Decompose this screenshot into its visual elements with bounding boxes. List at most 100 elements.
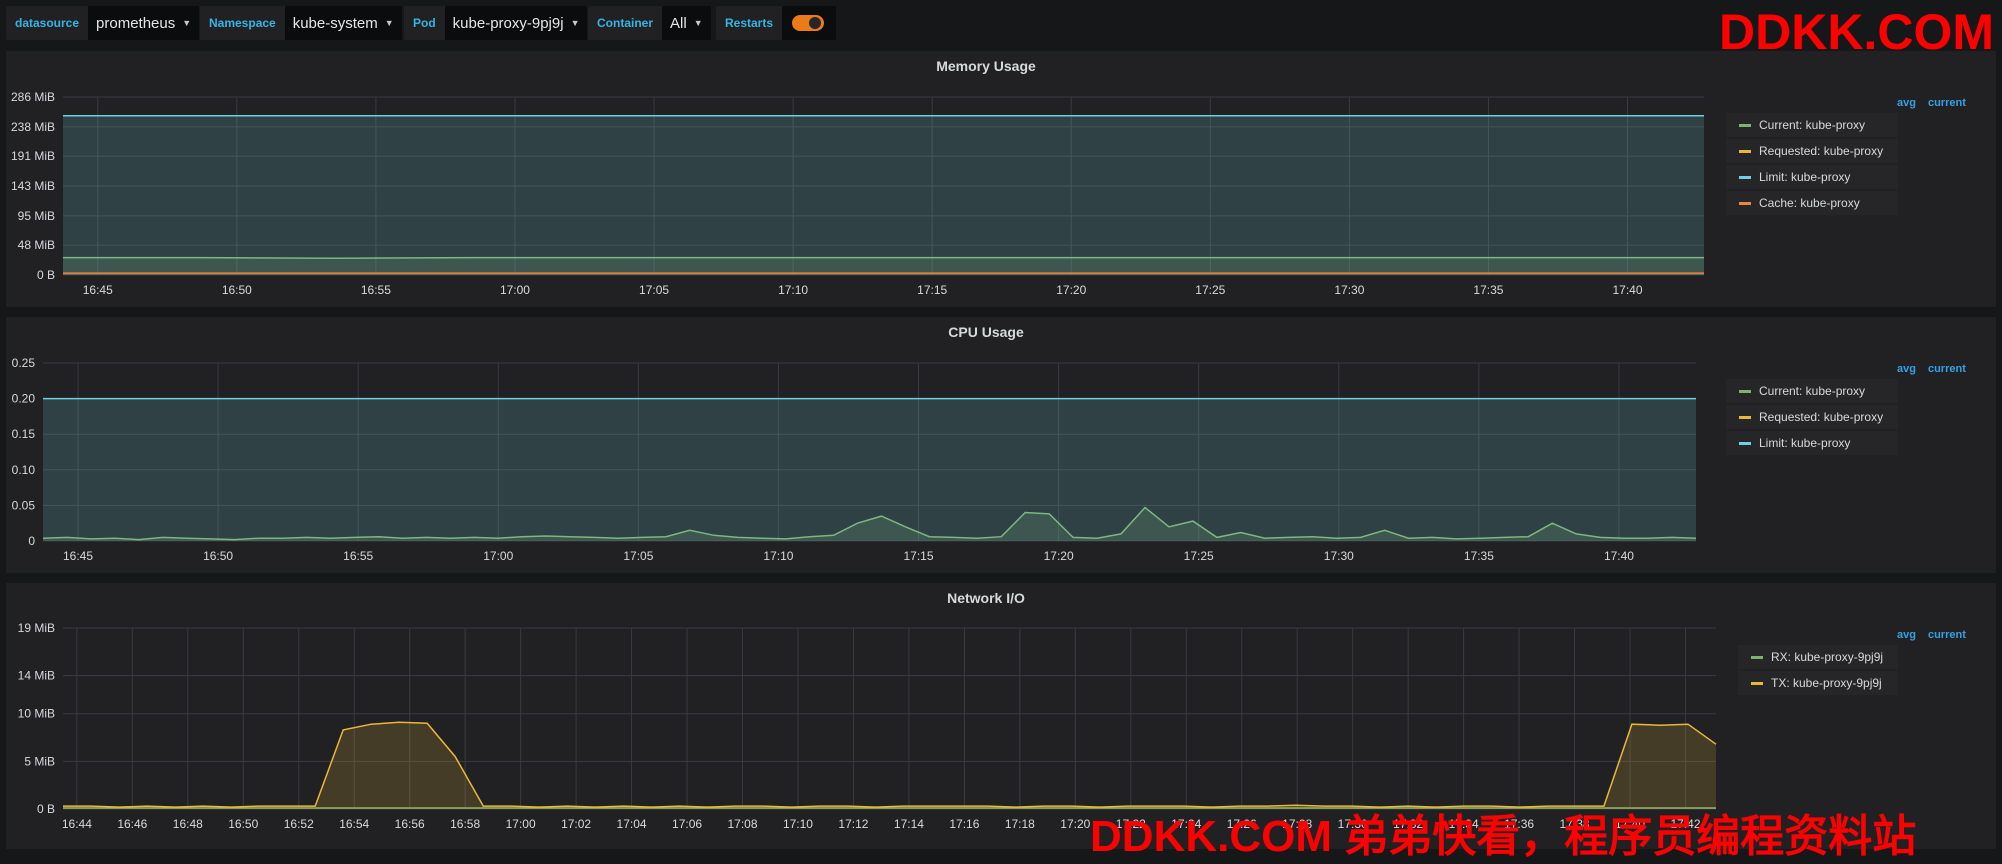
x-tick-label: 16:52	[284, 817, 314, 831]
series-area	[63, 115, 1704, 275]
legend-avg-header[interactable]: avg	[1897, 363, 1916, 375]
container-value: All	[670, 14, 687, 32]
namespace-select[interactable]: kube-system ▼	[284, 6, 402, 40]
x-tick-label: 16:56	[395, 817, 425, 831]
x-tick-label: 17:40	[1604, 549, 1634, 563]
y-tick-label: 5 MiB	[24, 754, 55, 768]
x-tick-label: 17:15	[904, 549, 934, 563]
y-tick-label: 238 MiB	[11, 120, 55, 134]
y-tick-label: 0.10	[12, 463, 36, 477]
x-tick-label: 16:55	[343, 549, 373, 563]
series-area	[43, 398, 1696, 541]
x-tick-label: 16:44	[62, 817, 92, 831]
legend-item-current[interactable]: Current: kube-proxy	[1726, 113, 1898, 137]
y-tick-label: 14 MiB	[18, 669, 55, 683]
y-tick-label: 0 B	[37, 802, 55, 816]
y-tick-label: 143 MiB	[11, 179, 55, 193]
legend-item-cache[interactable]: Cache: kube-proxy	[1726, 191, 1898, 215]
y-tick-label: 0 B	[37, 268, 55, 282]
x-tick-label: 16:46	[117, 817, 147, 831]
toggle-knob	[809, 17, 822, 29]
y-tick-label: 19 MiB	[18, 621, 55, 635]
pod-variable[interactable]: Pod kube-proxy-9pj9j ▼	[404, 6, 588, 40]
x-tick-label: 17:06	[672, 817, 702, 831]
pod-label: Pod	[404, 6, 445, 40]
series-area	[63, 722, 1716, 809]
x-tick-label: 17:08	[727, 817, 757, 831]
x-tick-label: 16:55	[361, 283, 391, 297]
legend-label: Current: kube-proxy	[1759, 384, 1866, 398]
legend-avg-header[interactable]: avg	[1897, 629, 1916, 641]
x-tick-label: 17:16	[949, 817, 979, 831]
x-tick-label: 16:54	[339, 817, 369, 831]
series-line	[63, 721, 1717, 808]
x-tick-label: 17:20	[1056, 283, 1086, 297]
x-tick-label: 17:18	[1005, 817, 1035, 831]
legend-swatch	[1739, 175, 1751, 179]
x-tick-label: 17:05	[639, 283, 669, 297]
pod-select[interactable]: kube-proxy-9pj9j ▼	[444, 6, 588, 40]
x-tick-label: 17:00	[506, 817, 536, 831]
restarts-variable[interactable]: Restarts	[716, 6, 837, 40]
x-tick-label: 17:12	[838, 817, 868, 831]
container-label: Container	[588, 6, 663, 40]
legend-item-rx[interactable]: RX: kube-proxy-9pj9j	[1738, 645, 1898, 669]
container-select[interactable]: All ▼	[662, 6, 711, 40]
x-tick-label: 17:20	[1044, 549, 1074, 563]
caret-down-icon: ▼	[570, 18, 580, 28]
caret-down-icon: ▼	[384, 18, 394, 28]
y-tick-label: 0.15	[12, 427, 36, 441]
x-tick-label: 16:45	[63, 549, 93, 563]
x-tick-label: 17:35	[1473, 283, 1503, 297]
namespace-variable[interactable]: Namespace kube-system ▼	[200, 6, 402, 40]
legend-avg-header[interactable]: avg	[1897, 97, 1916, 109]
restarts-toggle[interactable]	[792, 15, 825, 31]
y-tick-label: 0.25	[12, 356, 36, 370]
memory-usage-panel: Memory Usage 0 B 48 MiB 95 MiB 143 MiB 191 M…	[6, 51, 1996, 307]
legend-item-requested[interactable]: Requested: kube-proxy	[1726, 139, 1898, 163]
x-tick-label: 17:05	[623, 549, 653, 563]
datasource-variable[interactable]: datasource prometheus ▼	[6, 6, 200, 40]
legend-current-header[interactable]: current	[1928, 97, 1966, 109]
legend-item-requested[interactable]: Requested: kube-proxy	[1726, 405, 1898, 429]
legend-columns: avg current	[1897, 629, 1978, 641]
y-tick-label: 0.05	[12, 498, 36, 512]
legend-label: RX: kube-proxy-9pj9j	[1771, 650, 1884, 664]
legend-swatch	[1739, 415, 1751, 419]
x-tick-label: 16:50	[222, 283, 252, 297]
datasource-select[interactable]: prometheus ▼	[88, 6, 200, 40]
x-tick-label: 16:48	[173, 817, 203, 831]
legend-item-tx[interactable]: TX: kube-proxy-9pj9j	[1738, 671, 1898, 695]
legend-swatch	[1739, 149, 1751, 153]
restarts-toggle-wrap[interactable]	[782, 6, 837, 40]
legend-label: Requested: kube-proxy	[1759, 410, 1884, 424]
legend-swatch	[1739, 201, 1751, 205]
y-tick-label: 95 MiB	[18, 209, 55, 223]
legend-current-header[interactable]: current	[1928, 629, 1966, 641]
namespace-label: Namespace	[200, 6, 285, 40]
cpu-usage-chart[interactable]: 0 0.05 0.10 0.15 0.20 0.25 16:45 16:50 16:55 17:0…	[6, 317, 1996, 573]
x-tick-label: 17:25	[1195, 283, 1225, 297]
legend-item-limit[interactable]: Limit: kube-proxy	[1726, 431, 1898, 455]
caret-down-icon: ▼	[182, 18, 192, 28]
legend-item-limit[interactable]: Limit: kube-proxy	[1726, 165, 1898, 189]
x-tick-label: 17:15	[917, 283, 947, 297]
x-tick-label: 16:45	[83, 283, 113, 297]
legend-item-current[interactable]: Current: kube-proxy	[1726, 379, 1898, 403]
container-variable[interactable]: Container All ▼	[588, 6, 711, 40]
legend-label: TX: kube-proxy-9pj9j	[1771, 676, 1882, 690]
legend-current-header[interactable]: current	[1928, 363, 1966, 375]
memory-usage-chart[interactable]: 0 B 48 MiB 95 MiB 143 MiB 191 MiB 238 MiB 286 …	[6, 51, 1996, 307]
y-tick-label: 286 MiB	[11, 90, 55, 104]
x-tick-label: 17:00	[500, 283, 530, 297]
x-tick-label: 17:02	[561, 817, 591, 831]
x-tick-label: 17:10	[763, 549, 793, 563]
datasource-value: prometheus	[96, 14, 176, 32]
legend-label: Limit: kube-proxy	[1759, 436, 1851, 450]
restarts-label: Restarts	[716, 6, 783, 40]
x-tick-label: 17:30	[1324, 549, 1354, 563]
legend-swatch	[1739, 389, 1751, 393]
legend-label: Limit: kube-proxy	[1759, 170, 1851, 184]
x-tick-label: 17:14	[894, 817, 924, 831]
datasource-label: datasource	[6, 6, 89, 40]
